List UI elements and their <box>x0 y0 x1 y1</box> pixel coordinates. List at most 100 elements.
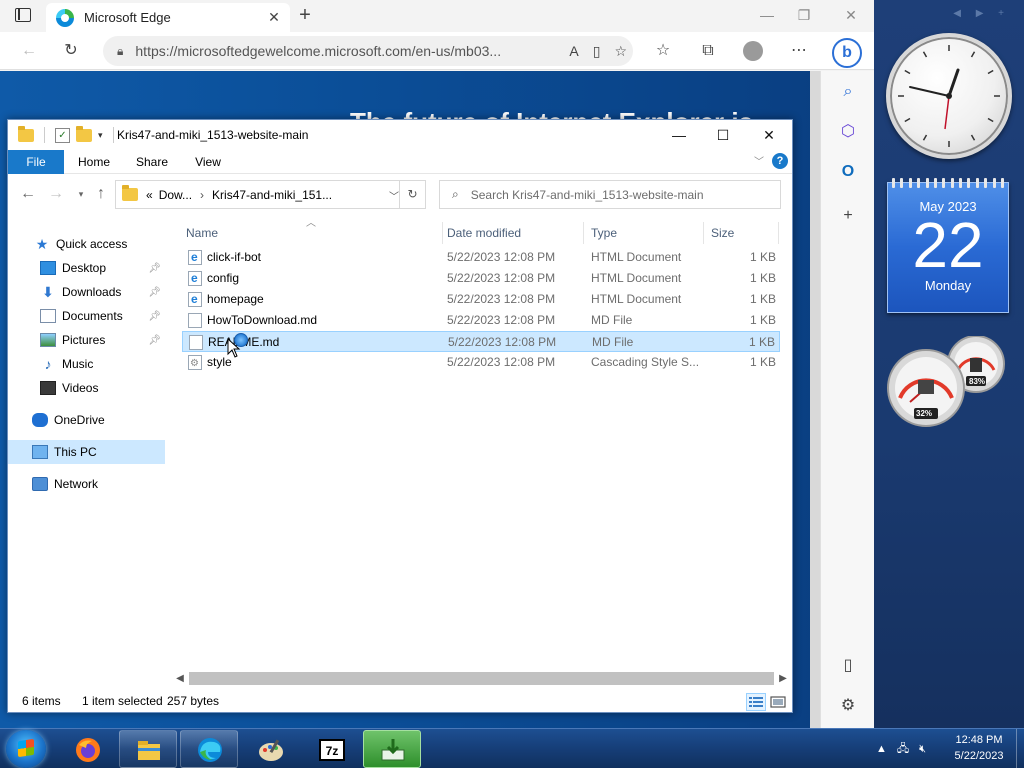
page-scrollbar[interactable] <box>810 71 820 728</box>
breadcrumb-separator-icon[interactable]: › <box>200 188 204 202</box>
close-icon[interactable]: ✕ <box>842 6 860 24</box>
tab-file[interactable]: File <box>8 150 64 174</box>
details-view-icon[interactable] <box>746 693 766 711</box>
tab-title: Microsoft Edge <box>84 10 171 25</box>
file-row[interactable]: style 5/22/2023 12:08 PM Cascading Style… <box>182 352 780 374</box>
file-row-selected[interactable]: README.md 5/22/2023 12:08 PM MD File 1 K… <box>182 331 780 352</box>
more-options-icon[interactable]: ⋯ <box>788 40 810 62</box>
pin-icon[interactable]: 📌︎ <box>148 311 161 322</box>
help-icon[interactable]: ? <box>772 153 788 169</box>
gadget-nav-arrows[interactable]: ◀ ▶ + <box>953 8 1010 19</box>
clock-gadget[interactable] <box>886 33 1012 159</box>
file-row[interactable]: homepage 5/22/2023 12:08 PM HTML Documen… <box>182 289 780 310</box>
tab-share[interactable]: Share <box>128 150 176 174</box>
maximize-icon[interactable]: ☐ <box>711 124 735 146</box>
lock-icon[interactable]: 🔒︎ <box>117 44 123 59</box>
address-dropdown-icon[interactable]: ﹀ <box>389 188 399 203</box>
breadcrumb-overflow[interactable]: « <box>146 188 153 202</box>
cpu-meter-gadget[interactable]: 32% 83% <box>886 335 1010 428</box>
nav-item-desktop[interactable]: Desktop 📌︎ <box>8 256 165 280</box>
nav-item-music[interactable]: ♪ Music <box>8 352 165 376</box>
tab-home[interactable]: Home <box>70 150 118 174</box>
file-row[interactable]: HowToDownload.md 5/22/2023 12:08 PM MD F… <box>182 310 780 331</box>
volume-muted-icon[interactable]: 🔇︎ <box>919 743 926 756</box>
taskbar-installer[interactable] <box>363 730 421 768</box>
taskbar-edge[interactable] <box>180 730 238 768</box>
search-icon[interactable]: ⌕ <box>837 81 859 103</box>
office-icon[interactable]: ⬡ <box>837 121 859 143</box>
network-status-icon[interactable]: 🖧︎ <box>897 740 909 759</box>
nav-item-documents[interactable]: Documents 📌︎ <box>8 304 165 328</box>
search-input[interactable]: ⌕ Search Kris47-and-miki_1513-website-ma… <box>439 180 781 209</box>
pin-icon[interactable]: 📌︎ <box>148 287 161 298</box>
explorer-title-bar[interactable]: ✓ ▾ Kris47-and-miki_1513-website-main — … <box>8 120 792 150</box>
forward-arrow-icon[interactable]: → <box>46 185 66 203</box>
nav-item-onedrive[interactable]: OneDrive <box>8 408 165 432</box>
taskbar-file-explorer[interactable] <box>119 730 177 768</box>
show-hidden-icons-icon[interactable]: ▲ <box>876 743 887 755</box>
close-icon[interactable]: ✕ <box>757 124 781 146</box>
new-folder-icon[interactable] <box>76 125 92 142</box>
minimize-icon[interactable]: — <box>667 124 691 146</box>
taskbar-7zip[interactable]: 7z <box>302 730 360 768</box>
nav-item-downloads[interactable]: ⬇ Downloads 📌︎ <box>8 280 165 304</box>
tray-clock[interactable]: 12:48 PM 5/22/2023 <box>944 732 1014 764</box>
breadcrumb-item-current[interactable]: Kris47-and-miki_151... <box>212 188 332 202</box>
browser-tab[interactable]: Microsoft Edge ✕ <box>46 3 290 32</box>
recent-locations-icon[interactable]: ▾ <box>71 185 91 203</box>
read-aloud-icon[interactable]: A <box>569 43 578 59</box>
favorites-icon[interactable]: ☆ <box>652 40 674 62</box>
tab-close-icon[interactable]: ✕ <box>264 9 284 26</box>
taskbar: 7z ▲ 🖧︎ 🔇︎ 12:48 PM 5/22/2023 <box>0 728 1024 768</box>
outlook-icon[interactable]: O <box>837 161 859 183</box>
column-header-size[interactable]: Size <box>707 222 777 244</box>
nav-item-pictures[interactable]: Pictures 📌︎ <box>8 328 165 352</box>
immersive-reader-icon[interactable]: ▯ <box>593 43 601 60</box>
breadcrumb-item-downloads[interactable]: Dow... <box>159 188 192 202</box>
bing-chat-button[interactable]: b <box>832 38 862 68</box>
breadcrumb[interactable]: « Dow... › Kris47-and-miki_151... ﹀ ↻ <box>115 180 426 209</box>
tab-view[interactable]: View <box>184 150 232 174</box>
scroll-right-icon[interactable]: ▶ <box>776 670 790 687</box>
scrollbar-thumb[interactable] <box>189 672 774 685</box>
refresh-icon[interactable]: ↻ <box>399 181 425 208</box>
pin-icon[interactable]: 📌︎ <box>148 335 161 346</box>
column-header-name[interactable]: Name <box>182 222 442 244</box>
file-row[interactable]: click-if-bot 5/22/2023 12:08 PM HTML Doc… <box>182 247 780 268</box>
file-row[interactable]: config 5/22/2023 12:08 PM HTML Document … <box>182 268 780 289</box>
large-icons-view-icon[interactable] <box>768 693 788 711</box>
add-favorite-icon[interactable]: ☆ <box>614 43 627 60</box>
calendar-gadget[interactable]: May 2023 22 Monday <box>887 178 1009 313</box>
scroll-left-icon[interactable]: ◀ <box>173 670 187 687</box>
horizontal-scrollbar[interactable]: ◀ ▶ <box>173 670 790 687</box>
add-sidebar-app-icon[interactable]: + <box>837 205 859 227</box>
collections-icon[interactable]: ⧉ <box>697 40 719 62</box>
start-button[interactable] <box>6 730 46 768</box>
pin-icon[interactable]: 📌︎ <box>148 263 161 274</box>
show-desktop-button[interactable] <box>1016 729 1024 768</box>
back-arrow-icon[interactable]: ← <box>18 185 38 203</box>
column-header-type[interactable]: Type <box>587 222 703 244</box>
taskbar-firefox[interactable] <box>58 730 116 768</box>
nav-item-videos[interactable]: Videos <box>8 376 165 400</box>
taskbar-paint[interactable] <box>241 730 299 768</box>
back-arrow-icon[interactable]: ← <box>18 40 40 62</box>
column-header-date-modified[interactable]: Date modified <box>443 222 583 244</box>
new-tab-button[interactable]: + <box>294 4 316 26</box>
customize-toolbar-icon[interactable]: ▾ <box>98 130 103 141</box>
nav-item-network[interactable]: Network <box>8 472 165 496</box>
file-name: HowToDownload.md <box>207 313 318 327</box>
minimize-icon[interactable]: — <box>758 6 776 24</box>
up-arrow-icon[interactable]: ↑ <box>91 185 111 203</box>
tab-actions-icon[interactable] <box>15 8 31 22</box>
address-bar[interactable]: 🔒︎ https://microsoftedgewelcome.microsof… <box>103 36 633 66</box>
refresh-icon[interactable]: ↻ <box>60 40 82 62</box>
restore-icon[interactable]: ❐ <box>795 6 813 24</box>
properties-icon[interactable]: ✓ <box>55 127 70 143</box>
expand-ribbon-icon[interactable]: ﹀ <box>754 153 764 168</box>
nav-item-this-pc[interactable]: This PC <box>8 440 165 464</box>
settings-gear-icon[interactable]: ⚙ <box>837 695 859 717</box>
sidebar-toggle-icon[interactable]: ▯ <box>837 655 859 677</box>
nav-item-quick-access[interactable]: ★ Quick access <box>8 232 165 256</box>
profile-avatar-icon[interactable] <box>742 40 764 62</box>
